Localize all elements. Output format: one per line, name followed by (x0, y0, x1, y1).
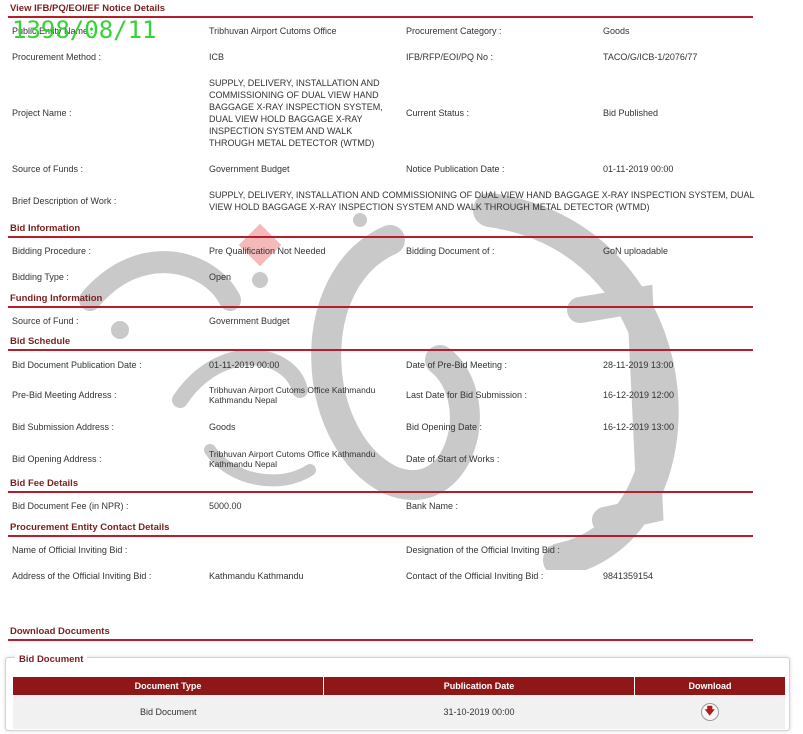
value-bidding-document: GoN uploadable (603, 246, 669, 256)
cell-publication-date: 31-10-2019 00:00 (323, 695, 635, 729)
label-bidding-procedure: Bidding Procedure : (12, 246, 92, 256)
section-title-bid-schedule: Bid Schedule (8, 333, 753, 351)
row-project-name: Project Name : SUPPLY, DELIVERY, INSTALL… (8, 70, 753, 156)
label-bank-name: Bank Name : (406, 501, 459, 511)
bid-document-table: Document Type Publication Date Download … (13, 677, 785, 729)
label-bidding-document: Bidding Document of : (406, 246, 495, 256)
row-bidding-type: Bidding Type : Open (8, 264, 753, 290)
value-current-status: Bid Published (603, 108, 659, 118)
row-submission-address: Bid Submission Address : Goods Bid Openi… (8, 411, 753, 443)
row-official-address: Address of the Official Inviting Bid : K… (8, 563, 753, 589)
label-designation: Designation of the Official Inviting Bid… (406, 545, 560, 555)
value-official-contact: 9841359154 (603, 571, 654, 581)
value-bidding-procedure: Pre Qualification Not Needed (209, 246, 326, 256)
value-bidding-type: Open (209, 272, 232, 282)
label-source-of-funds: Source of Funds : (12, 164, 84, 174)
value-official-address: Kathmandu Kathmandu (209, 571, 304, 581)
label-notice-publication-date: Notice Publication Date : (406, 164, 505, 174)
label-opening-address: Bid Opening Address : (12, 454, 102, 464)
section-title-contact: Procurement Entity Contact Details (8, 519, 753, 537)
table-header-row: Document Type Publication Date Download (13, 677, 785, 695)
row-bid-fee: Bid Document Fee (in NPR) : 5000.00 Bank… (8, 493, 753, 519)
column-header-document-type: Document Type (13, 677, 324, 695)
label-official-address: Address of the Official Inviting Bid : (12, 571, 152, 581)
section-title-bid-information: Bid Information (8, 220, 753, 238)
label-procurement-method: Procurement Method : (12, 52, 102, 62)
label-brief-description: Brief Description of Work : (12, 196, 117, 206)
row-official-name: Name of Official Inviting Bid : Designat… (8, 537, 753, 563)
bid-document-panel: Bid Document Document Type Publication D… (5, 654, 790, 731)
date-stamp: 1398/08/11 (12, 16, 157, 44)
label-ifb-no: IFB/RFP/EOI/PQ No : (406, 52, 494, 62)
value-procurement-method: ICB (209, 52, 225, 62)
value-bank-name (603, 493, 753, 519)
label-source-of-fund: Source of Fund : (12, 315, 79, 326)
label-pre-bid-address: Pre-Bid Meeting Address : (12, 390, 117, 400)
column-header-download: Download (634, 677, 785, 695)
row-opening-address: Bid Opening Address : Tribhuvan Airport … (8, 443, 753, 475)
value-opening-date: 16-12-2019 13:00 (603, 422, 675, 432)
value-public-entity: Tribhuvan Airport Cutoms Office (209, 26, 337, 36)
label-current-status: Current Status : (406, 108, 470, 118)
row-pre-bid-address: Pre-Bid Meeting Address : Tribhuvan Airp… (8, 379, 753, 411)
label-start-of-works: Date of Start of Works : (406, 454, 500, 464)
row-bidding-procedure: Bidding Procedure : Pre Qualification No… (8, 238, 753, 264)
value-doc-publication-date: 01-11-2019 00:00 (209, 360, 280, 370)
value-pre-bid-date: 28-11-2019 13:00 (603, 360, 674, 370)
label-project-name: Project Name : (12, 108, 72, 118)
column-header-publication-date: Publication Date (323, 677, 635, 695)
value-project-name: SUPPLY, DELIVERY, INSTALLATION AND COMMI… (209, 78, 383, 148)
value-procurement-category: Goods (603, 26, 630, 36)
label-official-contact: Contact of the Official Inviting Bid : (406, 571, 544, 581)
label-official-name: Name of Official Inviting Bid : (12, 545, 128, 555)
cell-download: 🡇 (634, 695, 785, 729)
label-procurement-category: Procurement Category : (406, 26, 502, 36)
label-doc-fee: Bid Document Fee (in NPR) : (12, 501, 129, 511)
value-last-date-submission: 16-12-2019 12:00 (603, 390, 675, 400)
row-source-of-funds: Source of Funds : Government Budget Noti… (8, 156, 753, 182)
value-opening-address: Tribhuvan Airport Cutoms Office Kathmand… (209, 449, 376, 469)
bid-document-legend: Bid Document (15, 654, 88, 665)
row-doc-publication-date: Bid Document Publication Date : 01-11-20… (8, 351, 753, 379)
download-arrow-icon[interactable]: 🡇 (700, 703, 719, 721)
value-notice-publication-date: 01-11-2019 00:00 (603, 164, 674, 174)
row-source-of-fund: Source of Fund : Government Budget (8, 308, 753, 333)
section-title-bid-fee: Bid Fee Details (8, 475, 753, 493)
table-row: Bid Document 31-10-2019 00:00 🡇 (13, 695, 785, 729)
notice-details: View IFB/PQ/EOI/EF Notice Details Public… (8, 0, 754, 641)
value-pre-bid-address: Tribhuvan Airport Cutoms Office Kathmand… (209, 385, 376, 405)
value-designation (603, 537, 753, 563)
cell-document-type: Bid Document (13, 695, 324, 729)
value-ifb-no: TACO/G/ICB-1/2076/77 (603, 52, 698, 62)
label-opening-date: Bid Opening Date : (406, 422, 483, 432)
value-official-name (209, 537, 399, 563)
value-doc-fee: 5000.00 (209, 501, 242, 511)
label-bidding-type: Bidding Type : (12, 272, 69, 282)
label-pre-bid-date: Date of Pre-Bid Meeting : (406, 360, 508, 370)
label-last-date-submission: Last Date for Bid Submission : (406, 390, 528, 400)
label-doc-publication-date: Bid Document Publication Date : (12, 360, 142, 370)
label-submission-address: Bid Submission Address : (12, 422, 115, 432)
value-source-of-funds: Government Budget (209, 164, 290, 174)
section-title-funding: Funding Information (8, 290, 753, 308)
value-submission-address: Goods (209, 422, 236, 432)
row-procurement-method: Procurement Method : ICB IFB/RFP/EOI/PQ … (8, 44, 753, 70)
section-title-download-documents: Download Documents (8, 623, 753, 641)
value-start-of-works (603, 443, 753, 475)
value-source-of-fund: Government Budget (209, 315, 290, 326)
row-brief-description: Brief Description of Work : SUPPLY, DELI… (8, 182, 754, 220)
value-brief-description: SUPPLY, DELIVERY, INSTALLATION AND COMMI… (209, 190, 755, 212)
